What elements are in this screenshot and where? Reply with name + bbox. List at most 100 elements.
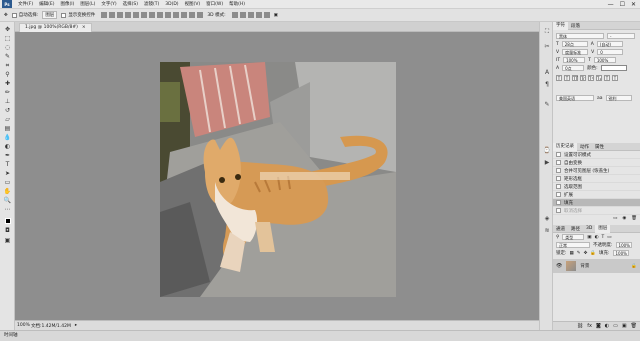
tracking-field[interactable]: 0 <box>597 49 624 55</box>
menu-layer[interactable]: 图层(L) <box>77 1 98 7</box>
vertical-scale-field[interactable]: 100% <box>563 57 586 63</box>
new-layer-icon[interactable]: ▣ <box>622 323 627 329</box>
distribute-middle-icon[interactable] <box>157 12 164 18</box>
distribute-center-icon[interactable] <box>181 12 188 18</box>
tab-character[interactable]: 字符 <box>553 21 568 30</box>
tab-channels[interactable]: 通道 <box>553 226 568 232</box>
marquee-tool-icon[interactable]: ⬚ <box>3 35 12 42</box>
shape-tool-icon[interactable]: ▭ <box>3 179 12 186</box>
font-size-field[interactable]: 28点 <box>561 41 588 47</box>
history-item[interactable]: 合并可见图层 (恢盖生) <box>553 167 640 175</box>
show-transform-checkbox[interactable]: 显示变换控件 <box>61 12 95 18</box>
3d-scale-icon[interactable] <box>263 12 270 18</box>
lock-all-icon[interactable]: 🔒 <box>590 251 596 256</box>
timeline-tab[interactable]: 时间轴 <box>0 330 640 341</box>
align-middle-icon[interactable] <box>109 12 116 18</box>
adjustment-layer-icon[interactable]: ◐ <box>605 323 609 329</box>
tab-paragraph[interactable]: 段落 <box>568 23 583 29</box>
menu-type[interactable]: 文字(Y) <box>98 1 119 7</box>
menu-image[interactable]: 图像(I) <box>57 1 77 7</box>
horizontal-scale-field[interactable]: 100% <box>593 57 616 63</box>
quick-mask-icon[interactable]: ◘ <box>3 227 12 234</box>
fill-field[interactable]: 100% <box>612 250 629 256</box>
history-item[interactable]: 扩展 <box>553 191 640 199</box>
align-center-icon[interactable] <box>133 12 140 18</box>
photo-cat-on-cushion[interactable] <box>160 62 396 297</box>
menu-help[interactable]: 帮助(H) <box>226 1 248 7</box>
status-arrow-icon[interactable]: ▸ <box>75 323 77 328</box>
hand-tool-icon[interactable]: ✋ <box>3 188 12 195</box>
tab-paths[interactable]: 路径 <box>568 226 583 232</box>
lock-transparency-icon[interactable]: ▦ <box>570 251 574 256</box>
minimize-button[interactable]: — <box>608 1 614 8</box>
brush-tool-icon[interactable]: ✏ <box>3 89 12 96</box>
language-select[interactable]: 美国英语 <box>556 95 594 101</box>
history-panel-icon[interactable]: ⛶ <box>543 28 551 36</box>
tab-3d[interactable]: 3D <box>583 226 595 231</box>
distribute-left-icon[interactable] <box>173 12 180 18</box>
type-tool-icon[interactable]: T <box>3 161 12 168</box>
delete-state-icon[interactable]: 🗑 <box>631 216 637 221</box>
close-window-button[interactable]: ✕ <box>631 1 636 8</box>
tab-history[interactable]: 历史记录 <box>553 142 577 151</box>
baseline-field[interactable]: 0点 <box>562 65 585 71</box>
clone-stamp-tool-icon[interactable]: ⊥ <box>3 98 12 105</box>
gradient-tool-icon[interactable]: ▤ <box>3 125 12 132</box>
history-item-selected[interactable]: 填充 <box>553 199 640 207</box>
brush-panel-icon[interactable]: ✎ <box>543 100 551 108</box>
zoom-tool-icon[interactable]: 🔍 <box>3 197 12 204</box>
visibility-eye-icon[interactable]: 👁 <box>556 263 562 269</box>
layer-row-background[interactable]: 👁 背景 🔒 <box>553 259 640 273</box>
more-tools-icon[interactable]: ⋯ <box>3 206 12 213</box>
filter-pixel-icon[interactable]: ▣ <box>587 235 591 240</box>
lasso-tool-icon[interactable]: ◌ <box>3 44 12 51</box>
history-item[interactable]: 设置可识模式 <box>553 151 640 159</box>
faux-bold-button[interactable]: T <box>556 75 562 81</box>
paragraph-panel-icon[interactable]: ¶ <box>543 80 551 88</box>
healing-brush-tool-icon[interactable]: ✚ <box>3 80 12 87</box>
close-document-icon[interactable]: × <box>82 25 86 30</box>
distribute-top-icon[interactable] <box>149 12 156 18</box>
maximize-button[interactable]: ☐ <box>620 1 625 8</box>
workspace-icon[interactable]: ▣ <box>274 13 278 18</box>
align-bottom-icon[interactable] <box>117 12 124 18</box>
menu-edit[interactable]: 编辑(E) <box>36 1 57 7</box>
filter-type-icon[interactable]: T <box>602 235 605 240</box>
leading-field[interactable]: (自动) <box>596 41 623 47</box>
properties-panel-icon[interactable]: ✂ <box>543 42 551 50</box>
layers-list-icon[interactable]: ◈ <box>543 214 551 222</box>
faux-italic-button[interactable]: T <box>564 75 570 81</box>
blend-mode-select[interactable]: 正常 <box>556 242 590 248</box>
font-style-select[interactable]: - <box>607 33 635 39</box>
delete-layer-icon[interactable]: 🗑 <box>631 323 637 329</box>
quick-select-tool-icon[interactable]: ✎ <box>3 53 12 60</box>
layer-style-icon[interactable]: fx <box>587 323 592 329</box>
character-panel-icon[interactable]: A <box>543 68 551 76</box>
all-caps-button[interactable]: TT <box>572 75 578 81</box>
strikethrough-button[interactable]: T <box>612 75 618 81</box>
align-right-icon[interactable] <box>141 12 148 18</box>
align-left-icon[interactable] <box>125 12 132 18</box>
underline-button[interactable]: T <box>604 75 610 81</box>
menu-select[interactable]: 选择(S) <box>120 1 141 7</box>
auto-align-icon[interactable] <box>197 12 204 18</box>
document-tab[interactable]: 1.jpg @ 100%(RGB/8#) × <box>19 23 92 32</box>
history-brush-tool-icon[interactable]: ↺ <box>3 107 12 114</box>
pen-tool-icon[interactable]: ✒ <box>3 152 12 159</box>
distribute-bottom-icon[interactable] <box>165 12 172 18</box>
3d-slide-icon[interactable] <box>255 12 262 18</box>
distribute-right-icon[interactable] <box>189 12 196 18</box>
kerning-field[interactable]: 度量标准 <box>562 49 589 55</box>
align-top-icon[interactable] <box>101 12 108 18</box>
text-color-swatch[interactable] <box>600 65 627 71</box>
crop-tool-icon[interactable]: ⌗ <box>3 62 12 69</box>
link-layers-icon[interactable]: ⛓ <box>577 323 583 329</box>
history-list-icon[interactable]: ⌚ <box>543 146 551 154</box>
eyedropper-tool-icon[interactable]: ⚲ <box>3 71 12 78</box>
move-tool-icon[interactable]: ✥ <box>4 13 8 18</box>
anti-alias-select[interactable]: 锐利 <box>605 95 632 101</box>
menu-filter[interactable]: 滤镜(T) <box>141 1 162 7</box>
new-document-from-state-icon[interactable]: ▭ <box>613 216 617 221</box>
lock-position-icon[interactable]: ✥ <box>584 251 588 256</box>
color-swatches-icon[interactable] <box>3 217 12 224</box>
